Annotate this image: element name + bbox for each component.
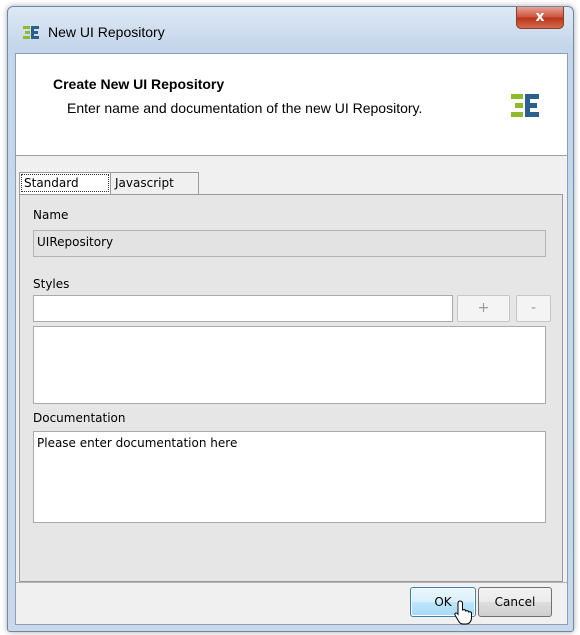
styles-input[interactable]	[33, 295, 453, 322]
name-field[interactable]: UIRepository	[33, 230, 546, 257]
remove-style-button[interactable]: -	[516, 295, 551, 322]
mouse-pointer-icon	[454, 600, 472, 625]
documentation-textarea[interactable]: Please enter documentation here	[33, 431, 546, 523]
dialog-client-area: Create New UI Repository Enter name and …	[15, 53, 568, 625]
tab-javascript[interactable]: Javascript	[111, 172, 199, 194]
styles-label: Styles	[33, 277, 70, 291]
name-label: Name	[33, 208, 69, 222]
window-title: New UI Repository	[48, 24, 165, 40]
app-logo-icon	[511, 94, 539, 117]
documentation-label: Documentation	[33, 411, 126, 425]
close-button[interactable]: x	[516, 7, 564, 29]
add-style-button[interactable]: +	[457, 295, 510, 322]
close-icon: x	[535, 9, 545, 25]
dialog-header: Create New UI Repository Enter name and …	[16, 54, 567, 156]
cancel-button[interactable]: Cancel	[478, 587, 552, 617]
header-title: Create New UI Repository	[53, 76, 225, 92]
styles-list[interactable]	[33, 326, 546, 404]
dialog-window: New UI Repository x Create New UI Reposi…	[7, 6, 574, 632]
title-bar[interactable]: New UI Repository x	[8, 7, 573, 51]
app-logo-icon	[23, 26, 39, 39]
header-description: Enter name and documentation of the new …	[67, 100, 423, 116]
tab-standard[interactable]: Standard	[19, 172, 111, 194]
